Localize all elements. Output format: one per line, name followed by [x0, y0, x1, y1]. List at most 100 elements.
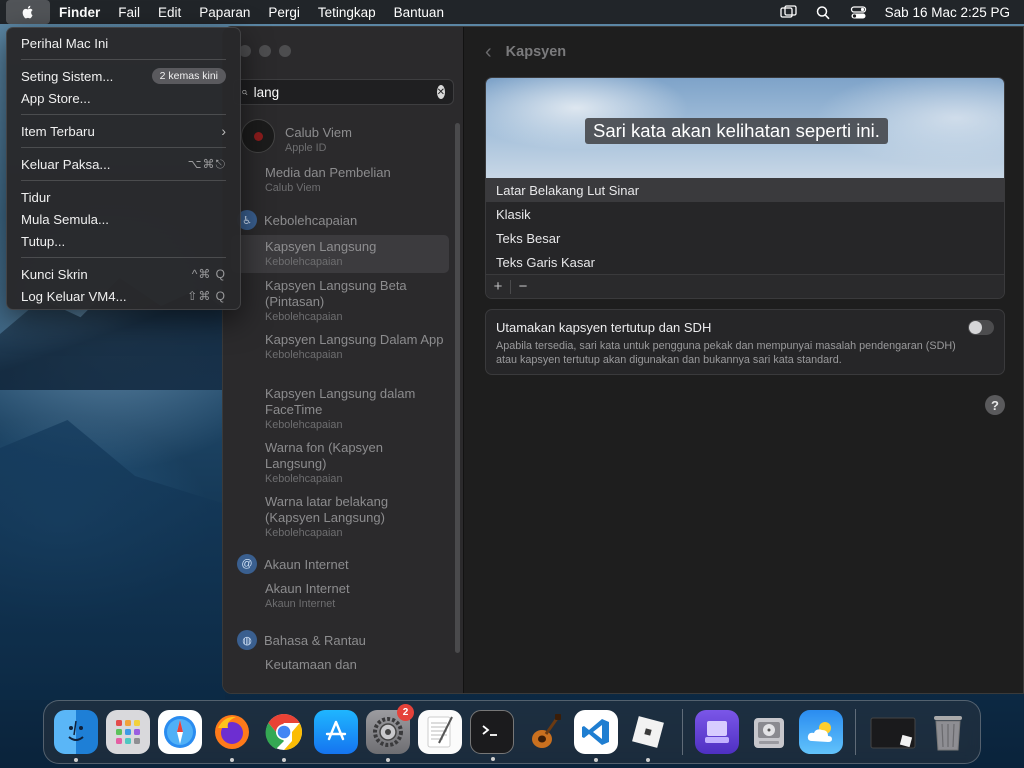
menu-item-system-settings[interactable]: Seting Sistem... 2 kemas kini: [13, 65, 234, 87]
running-indicator: [230, 758, 234, 762]
sdh-toggle[interactable]: [968, 320, 994, 335]
app-store-label: App Store...: [21, 90, 91, 106]
dock-chrome-icon[interactable]: [262, 710, 306, 762]
account-sub: Apple ID: [285, 142, 327, 154]
menu-file[interactable]: Fail: [109, 5, 149, 20]
clear-search-icon[interactable]: ✕: [436, 85, 445, 99]
menu-item-log-out[interactable]: Log Keluar VM4... ⇧⌘ Q: [13, 285, 234, 307]
dock-vscode-icon[interactable]: [574, 710, 618, 762]
search-icon: [242, 89, 248, 95]
dock-disk-utility-icon[interactable]: [747, 710, 791, 754]
zoom-window-button[interactable]: [279, 45, 291, 57]
caption-style-card: Sari kata akan kelihatan seperti ini. La…: [485, 77, 1005, 299]
menubar-clock[interactable]: Sab 16 Mac 2:25 PG: [885, 5, 1010, 20]
sidebar-category-accessibility: ♿ Kebolehcapaian: [223, 209, 455, 231]
dock-safari-icon[interactable]: [158, 710, 202, 754]
menu-item-lock-screen[interactable]: Kunci Skrin ^⌘ Q: [13, 263, 234, 285]
dock-system-settings-icon[interactable]: 2: [366, 704, 414, 762]
sidebar-item-font-color[interactable]: Warna fon (Kapsyen Langsung) Kebolehcapa…: [223, 435, 455, 489]
result-sub: Kebolehcapaian: [265, 473, 343, 485]
menu-edit[interactable]: Edit: [149, 5, 190, 20]
sidebar-item-live-captions-facetime[interactable]: Kapsyen Langsung dalam FaceTime Kebolehc…: [223, 381, 455, 435]
dock-garageband-icon[interactable]: [522, 710, 566, 754]
running-indicator: [386, 758, 390, 762]
dock-weather-icon[interactable]: [799, 710, 843, 754]
menu-item-app-store[interactable]: App Store...: [13, 87, 234, 109]
screen-mirroring-icon[interactable]: [780, 4, 797, 20]
caption-preview: Sari kata akan kelihatan seperti ini.: [486, 78, 1004, 178]
dock-finder-icon[interactable]: [54, 710, 98, 762]
running-indicator: [491, 757, 495, 761]
sidebar-item-language-preferences[interactable]: Keutamaan dan: [223, 655, 455, 675]
content-header: ‹ Kapsyen: [485, 42, 566, 62]
menu-item-about-mac[interactable]: Perihal Mac Ini: [13, 32, 234, 54]
menu-help[interactable]: Bantuan: [385, 5, 453, 20]
sidebar-item-live-captions-beta[interactable]: Kapsyen Langsung Beta (Pintasan) Keboleh…: [223, 273, 455, 327]
sidebar-item-internet-accounts[interactable]: Akaun Internet Akaun Internet: [223, 579, 455, 629]
dock-textedit-icon[interactable]: [418, 710, 462, 754]
sdh-description: Apabila tersedia, sari kata untuk penggu…: [496, 340, 956, 366]
style-item-transparent-background[interactable]: Latar Belakang Lut Sinar: [486, 178, 1004, 202]
help-button[interactable]: ?: [985, 395, 1005, 415]
account-name: Calub Viem: [285, 125, 352, 140]
style-item-large-text[interactable]: Teks Besar: [486, 226, 1004, 250]
menu-bar: Finder Fail Edit Paparan Pergi Tetingkap…: [0, 0, 1024, 24]
result-sub: Kebolehcapaian: [265, 527, 343, 539]
sidebar-item-background-color[interactable]: Warna latar belakang (Kapsyen Langsung) …: [223, 489, 455, 553]
back-chevron-icon[interactable]: ‹: [485, 42, 492, 62]
result-title: Kapsyen Langsung dalam FaceTime: [265, 386, 416, 417]
dock-trash-icon[interactable]: [926, 710, 970, 754]
sidebar-item-live-captions-in-app[interactable]: Kapsyen Langsung Dalam App Kebolehcapaia…: [223, 327, 455, 381]
result-title: Akaun Internet: [265, 581, 350, 596]
menu-item-force-quit[interactable]: Keluar Paksa... ⌥⌘⎋: [13, 153, 234, 175]
dock-bootcamp-installer-icon[interactable]: [695, 710, 739, 754]
at-sign-icon: @: [237, 554, 257, 574]
menu-item-shutdown[interactable]: Tutup...: [13, 230, 234, 252]
search-input[interactable]: [253, 84, 431, 100]
media-title: Media dan Pembelian: [265, 165, 391, 180]
dock-firefox-icon[interactable]: [210, 710, 254, 762]
menu-finder[interactable]: Finder: [50, 5, 109, 20]
system-settings-window: ✕ Calub Viem Apple ID Media dan Pembelia…: [222, 26, 1024, 694]
apple-menu-icon[interactable]: [6, 0, 50, 24]
minimize-window-button[interactable]: [259, 45, 271, 57]
style-item-outline-text[interactable]: Teks Garis Kasar: [486, 250, 1004, 274]
spotlight-search-icon[interactable]: [815, 5, 832, 20]
chevron-right-icon: ›: [221, 123, 226, 139]
dock-separator: [682, 709, 683, 755]
dock-launchpad-icon[interactable]: [106, 710, 150, 754]
dock-terminal-icon[interactable]: [470, 710, 514, 761]
style-item-classic[interactable]: Klasik: [486, 202, 1004, 226]
dock-minimized-window-icon[interactable]: [868, 710, 918, 754]
dock-roblox-icon[interactable]: [626, 710, 670, 762]
add-style-button[interactable]: +: [486, 275, 510, 299]
sidebar-item-media-purchases[interactable]: Media dan Pembelian Calub Viem: [223, 163, 455, 209]
category-label: Akaun Internet: [264, 556, 349, 572]
menu-view[interactable]: Paparan: [190, 5, 259, 20]
remove-style-button[interactable]: −: [511, 275, 535, 299]
apple-dropdown-menu: Perihal Mac Ini Seting Sistem... 2 kemas …: [6, 27, 241, 310]
sidebar-results: Calub Viem Apple ID Media dan Pembelian …: [223, 117, 455, 675]
dock: 2: [43, 700, 981, 764]
result-title: Warna fon (Kapsyen Langsung): [265, 440, 384, 471]
menu-item-recent-items[interactable]: Item Terbaru ›: [13, 120, 234, 142]
caption-preview-text: Sari kata akan kelihatan seperti ini.: [585, 118, 888, 144]
sidebar-scrollbar[interactable]: [455, 123, 460, 653]
captions-pane: ‹ Kapsyen Sari kata akan kelihatan seper…: [465, 27, 1023, 693]
control-center-icon[interactable]: [850, 5, 867, 20]
menu-window[interactable]: Tetingkap: [309, 5, 385, 20]
sdh-preference-card: Utamakan kapsyen tertutup dan SDH Apabil…: [485, 309, 1005, 375]
settings-label: Seting Sistem...: [21, 68, 114, 84]
menu-item-restart[interactable]: Mula Semula...: [13, 208, 234, 230]
result-sub: Kebolehcapaian: [265, 311, 343, 323]
menu-item-sleep[interactable]: Tidur: [13, 186, 234, 208]
result-sub: Akaun Internet: [265, 598, 336, 610]
sidebar-item-apple-id[interactable]: Calub Viem Apple ID: [223, 117, 455, 163]
restart-label: Mula Semula...: [21, 211, 109, 227]
menu-go[interactable]: Pergi: [259, 5, 309, 20]
dock-app-store-icon[interactable]: [314, 710, 358, 754]
settings-notification-badge: 2: [397, 704, 414, 721]
result-title: Kapsyen Langsung Beta (Pintasan): [265, 278, 407, 309]
running-indicator: [74, 758, 78, 762]
sidebar-item-live-captions[interactable]: Kapsyen Langsung Kebolehcapaian: [231, 235, 449, 273]
